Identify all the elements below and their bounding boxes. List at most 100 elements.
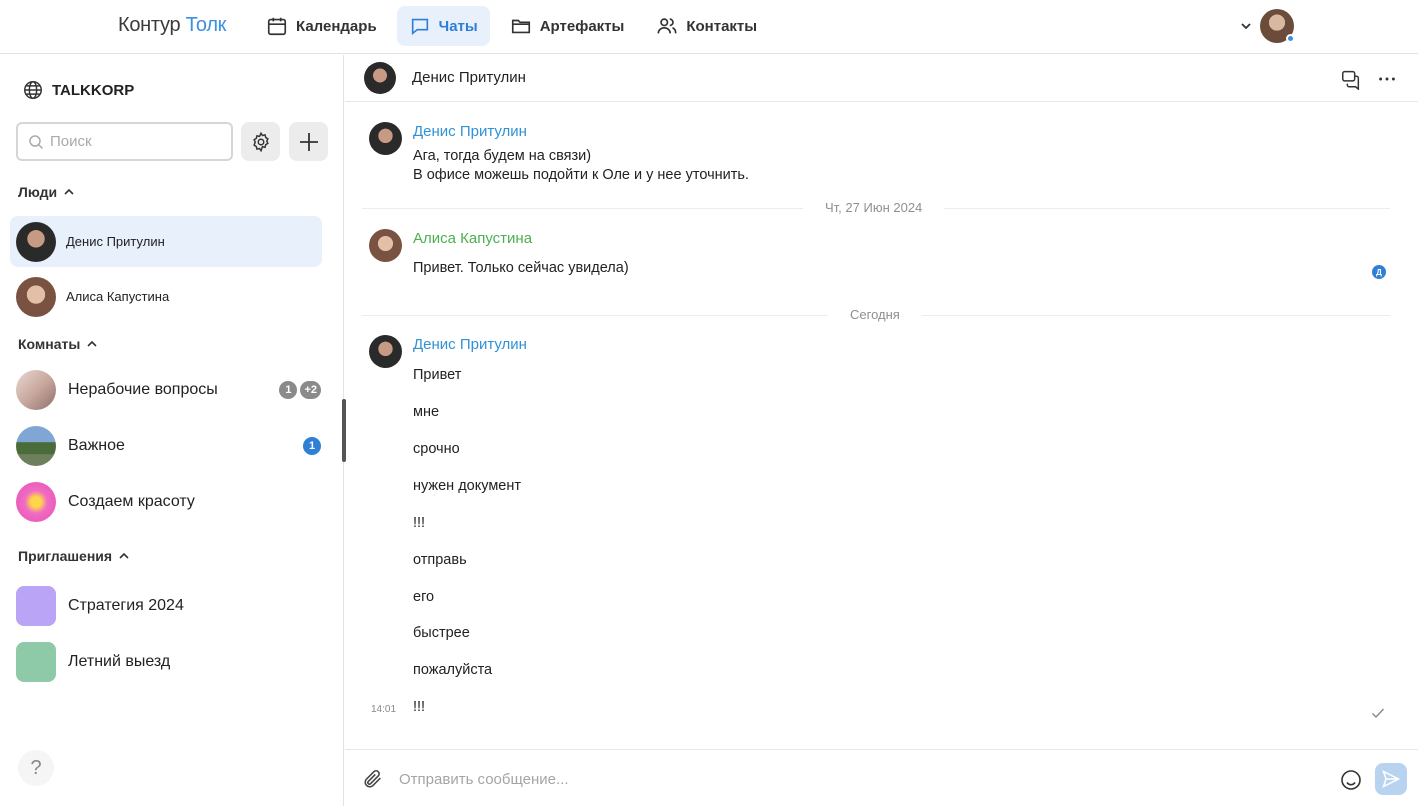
section-people-header[interactable]: Люди xyxy=(18,184,75,200)
message-input[interactable] xyxy=(399,768,1299,790)
section-invites-label: Приглашения xyxy=(18,548,113,564)
chevron-up-icon xyxy=(87,340,97,347)
nav-contacts[interactable]: Контакты xyxy=(644,6,769,46)
person-name: Денис Притулин xyxy=(66,234,165,249)
org-name: TALKKORP xyxy=(52,81,135,99)
sidebar-item-alisa[interactable]: Алиса Капустина xyxy=(10,271,322,322)
message-sender[interactable]: Денис Притулин xyxy=(413,123,527,140)
folder-icon xyxy=(511,19,530,34)
message-text: его xyxy=(413,589,435,605)
room-avatar xyxy=(16,370,56,410)
more-icon[interactable] xyxy=(1376,68,1398,90)
nav-chats[interactable]: Чаты xyxy=(396,6,490,46)
nav-calendar[interactable]: Календарь xyxy=(254,6,389,46)
message-text: Привет xyxy=(413,367,462,383)
section-rooms-header[interactable]: Комнаты xyxy=(18,336,98,352)
avatar[interactable] xyxy=(364,62,396,94)
message-text: нужен документ xyxy=(413,478,522,494)
chevron-up-icon xyxy=(64,188,74,195)
help-button[interactable]: ? xyxy=(18,750,54,786)
check-icon xyxy=(1372,708,1385,719)
message-text: пожалуйста xyxy=(413,662,493,678)
room-avatar xyxy=(16,586,56,626)
chat-icon xyxy=(411,18,428,36)
date-divider-label: Чт, 27 Июн 2024 xyxy=(803,200,945,215)
avatar[interactable] xyxy=(369,229,402,262)
top-bar: Контур Толк Календарь Чаты Артефакты Кон… xyxy=(0,0,1418,54)
send-button[interactable] xyxy=(1375,763,1407,795)
nav-artifacts-label: Артефакты xyxy=(539,17,625,35)
chat-title[interactable]: Денис Притулин xyxy=(412,69,526,86)
org-switcher[interactable]: TALKKORP xyxy=(22,79,134,101)
main-nav: Календарь Чаты Артефакты Контакты xyxy=(254,6,769,46)
section-rooms-label: Комнаты xyxy=(18,336,81,352)
contacts-icon xyxy=(657,18,677,34)
section-invites-header[interactable]: Приглашения xyxy=(18,548,130,564)
room-name: Стратегия 2024 xyxy=(68,597,184,614)
sidebar-item-room-nerab[interactable]: Нерабочие вопросы 1 +2 xyxy=(16,369,321,411)
message-time: 14:01 xyxy=(371,704,397,715)
chevron-up-icon xyxy=(119,552,129,559)
message-text: !!! xyxy=(413,699,426,715)
paperclip-icon[interactable] xyxy=(362,768,384,790)
sidebar: TALKKORP Люди Денис Притулин Алиса Капус… xyxy=(0,55,344,806)
search-icon xyxy=(29,134,44,149)
search-input[interactable] xyxy=(50,133,220,150)
person-name: Алиса Капустина xyxy=(66,289,170,304)
message-text: Привет. Только сейчас увидела) xyxy=(413,260,629,276)
sidebar-item-invite-summer[interactable]: Летний выезд xyxy=(16,641,321,683)
avatar[interactable] xyxy=(369,122,402,155)
sidebar-item-invite-strategy[interactable]: Стратегия 2024 xyxy=(16,585,321,627)
room-name: Создаем красоту xyxy=(68,493,195,510)
app-logo[interactable]: Контур Толк xyxy=(118,14,226,37)
globe-icon xyxy=(24,81,42,99)
search-box xyxy=(16,122,233,161)
plus-icon xyxy=(299,132,318,151)
sidebar-item-room-krasota[interactable]: Создаем красоту xyxy=(16,481,321,523)
chat-header: Денис Притулин xyxy=(345,55,1418,102)
avatar xyxy=(16,276,56,317)
logo-accent: Толк xyxy=(185,14,227,36)
unread-badge: 1 xyxy=(303,437,321,455)
avatar xyxy=(16,221,56,262)
message-text: !!! xyxy=(413,515,426,531)
date-divider-label: Сегодня xyxy=(828,307,922,322)
message-sender[interactable]: Алиса Капустина xyxy=(413,230,532,247)
message-sender[interactable]: Денис Притулин xyxy=(413,336,527,353)
unread-badge: 1 xyxy=(279,381,298,399)
message-text: мне xyxy=(413,404,440,420)
message-text: быстрее xyxy=(413,625,470,641)
read-receipt-badge: Д xyxy=(1372,265,1386,279)
room-avatar xyxy=(16,426,56,466)
section-people-label: Люди xyxy=(18,184,58,200)
message-text: срочно xyxy=(413,441,460,457)
room-name: Важное xyxy=(68,437,125,454)
message-text: Ага, тогда будем на связи) xyxy=(413,148,592,164)
online-indicator xyxy=(1286,34,1295,43)
threads-icon[interactable] xyxy=(1340,68,1362,90)
room-name: Летний выезд xyxy=(68,653,171,670)
settings-button[interactable] xyxy=(241,122,280,161)
room-avatar xyxy=(16,482,56,522)
room-name: Нерабочие вопросы xyxy=(68,381,218,398)
room-avatar xyxy=(16,642,56,682)
add-button[interactable] xyxy=(289,122,328,161)
calendar-icon xyxy=(267,17,287,36)
sidebar-item-denis[interactable]: Денис Притулин xyxy=(10,216,322,267)
sidebar-item-room-vazhnoe[interactable]: Важное 1 xyxy=(16,425,321,467)
chevron-down-icon xyxy=(1241,23,1251,30)
avatar[interactable] xyxy=(369,335,402,368)
message-text: В офисе можешь подойти к Оле и у нее уто… xyxy=(413,167,749,183)
message-text: отправь xyxy=(413,552,467,568)
chat-panel: Денис Притулин Денис Притулин Ага, тогда… xyxy=(345,55,1418,806)
send-icon xyxy=(1382,770,1401,788)
nav-chats-label: Чаты xyxy=(438,17,478,35)
emoji-icon[interactable] xyxy=(1339,768,1363,792)
user-menu[interactable] xyxy=(1240,9,1295,43)
nav-artifacts[interactable]: Артефакты xyxy=(498,6,637,46)
mention-badge: +2 xyxy=(300,381,321,399)
message-composer xyxy=(345,749,1418,806)
avatar[interactable] xyxy=(1260,9,1295,43)
logo-main: Контур xyxy=(118,14,181,36)
nav-contacts-label: Контакты xyxy=(686,17,758,35)
